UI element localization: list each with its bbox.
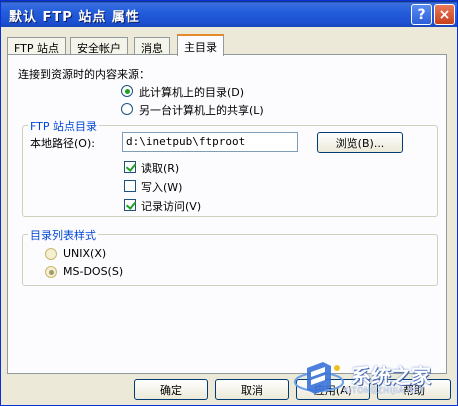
msdos-label[interactable]: MS-DOS(S) bbox=[63, 265, 123, 278]
watermark-logo-icon bbox=[294, 362, 344, 394]
browse-button[interactable]: 浏览(B)... bbox=[317, 132, 403, 153]
network-share-radio[interactable] bbox=[121, 103, 133, 115]
local-directory-radio[interactable] bbox=[121, 85, 133, 97]
write-checkbox[interactable] bbox=[124, 180, 136, 192]
unix-label[interactable]: UNIX(X) bbox=[63, 247, 106, 260]
watermark-text: 系统之家 bbox=[351, 364, 431, 388]
tab-messages[interactable]: 消息 bbox=[134, 37, 170, 55]
properties-dialog: 默认 FTP 站点 属性 ? × FTP 站点 安全帐户 消息 主目录 连接到资… bbox=[0, 0, 458, 406]
network-share-label[interactable]: 另一台计算机上的共享(L) bbox=[139, 102, 264, 118]
read-label[interactable]: 读取(R) bbox=[141, 160, 179, 176]
list-style-group-title: 目录列表样式 bbox=[28, 227, 98, 243]
cancel-button[interactable]: 取消 bbox=[215, 379, 289, 400]
tab-home-directory[interactable]: 主目录 bbox=[177, 34, 224, 56]
title-bar: 默认 FTP 站点 属性 ? × bbox=[1, 1, 457, 27]
read-checkbox[interactable] bbox=[124, 161, 136, 173]
local-path-label: 本地路径(O): bbox=[30, 137, 95, 150]
log-visits-label[interactable]: 记录访问(V) bbox=[141, 198, 201, 214]
watermark-url: XITONGZHIJIA.NET bbox=[343, 386, 425, 395]
close-button[interactable]: × bbox=[434, 4, 455, 25]
home-directory-panel: 连接到资源时的内容来源： 此计算机上的目录(D) 另一台计算机上的共享(L) F… bbox=[7, 54, 447, 374]
content-source-label: 连接到资源时的内容来源： bbox=[18, 68, 150, 81]
msdos-radio[interactable] bbox=[45, 266, 57, 278]
ftp-directory-group-title: FTP 站点目录 bbox=[28, 118, 99, 134]
ok-button[interactable]: 确定 bbox=[134, 379, 208, 400]
unix-radio[interactable] bbox=[45, 248, 57, 260]
tab-security-accounts[interactable]: 安全帐户 bbox=[70, 37, 128, 55]
log-visits-checkbox[interactable] bbox=[124, 199, 136, 211]
help-title-button[interactable]: ? bbox=[411, 4, 432, 25]
window-title: 默认 FTP 站点 属性 bbox=[9, 10, 140, 25]
write-label[interactable]: 写入(W) bbox=[141, 179, 182, 195]
local-path-input[interactable]: d:\inetpub\ftproot bbox=[122, 132, 298, 152]
tab-ftp-site[interactable]: FTP 站点 bbox=[7, 37, 66, 55]
watermark: 系统之家 XITONGZHIJIA.NET bbox=[293, 358, 443, 400]
local-directory-label[interactable]: 此计算机上的目录(D) bbox=[139, 84, 244, 100]
